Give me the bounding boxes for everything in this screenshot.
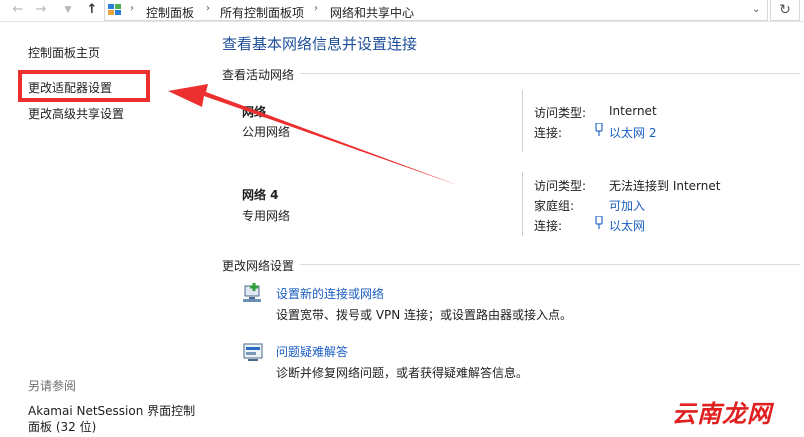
breadcrumb-separator-icon[interactable]: ›	[130, 3, 134, 14]
access-type-label: 访问类型:	[534, 106, 587, 120]
setup-new-connection-desc: 设置宽带、拨号或 VPN 连接；或设置路由器或接入点。	[276, 308, 573, 322]
troubleshoot-icon	[243, 343, 263, 361]
homegroup-label: 家庭组:	[534, 199, 575, 213]
new-connection-icon	[243, 283, 261, 302]
setup-new-connection-link[interactable]: 设置新的连接或网络	[276, 285, 384, 302]
divider	[522, 90, 523, 152]
ethernet-icon	[595, 216, 603, 229]
ethernet-icon	[595, 123, 603, 136]
breadcrumb-item[interactable]: 控制面板	[146, 4, 194, 21]
see-also-heading: 另请参阅	[28, 379, 77, 393]
breadcrumb-item[interactable]: 网络和共享中心	[330, 4, 414, 21]
network-type-link[interactable]: 专用网络	[242, 207, 290, 224]
connection-label: 连接:	[534, 126, 563, 140]
sidebar-item-advanced-sharing[interactable]: 更改高级共享设置	[28, 105, 124, 122]
connection-link-ethernet-2[interactable]: 以太网 2	[609, 124, 656, 141]
access-type-label: 访问类型:	[534, 179, 587, 193]
page-title: 查看基本网络信息并设置连接	[222, 35, 418, 53]
chevron-down-icon[interactable]: ⌄	[752, 4, 760, 15]
connection-link-ethernet[interactable]: 以太网	[609, 217, 645, 234]
sidebar-item-control-panel-home[interactable]: 控制面板主页	[28, 44, 100, 61]
network-name: 网络	[242, 105, 267, 119]
network-name: 网络 4	[242, 188, 279, 202]
section-heading-active-networks: 查看活动网络	[222, 66, 301, 83]
see-also-link-akamai-line2[interactable]: 面板 (32 位)	[28, 418, 96, 435]
troubleshoot-link[interactable]: 问题疑难解答	[276, 343, 348, 360]
see-also-link-akamai[interactable]: Akamai NetSession 界面控制	[28, 402, 195, 419]
forward-arrow-icon[interactable]: →	[33, 2, 49, 18]
access-type-value: Internet	[609, 104, 657, 118]
connection-label: 连接:	[534, 219, 563, 233]
address-field[interactable]	[104, 0, 768, 21]
chevron-down-icon[interactable]: ▼	[60, 2, 76, 18]
section-heading-change-settings: 更改网络设置	[222, 257, 301, 274]
troubleshoot-desc: 诊断并修复网络问题，或者获得疑难解答信息。	[276, 366, 529, 380]
address-bar: ← → ▼ ↑ › 控制面板 › 所有控制面板项 › 网络和共享中心 ⌄ ↻	[0, 0, 804, 22]
watermark-logo: 云南龙网	[672, 400, 772, 428]
homegroup-join-link[interactable]: 可加入	[609, 197, 645, 214]
access-type-value: 无法连接到 Internet	[609, 179, 721, 193]
breadcrumb-separator-icon[interactable]: ›	[206, 3, 210, 14]
breadcrumb-item[interactable]: 所有控制面板项	[220, 4, 304, 21]
up-arrow-icon[interactable]: ↑	[84, 2, 100, 18]
back-arrow-icon[interactable]: ←	[10, 2, 26, 18]
highlight-box	[18, 70, 150, 102]
breadcrumb-separator-icon[interactable]: ›	[314, 3, 318, 14]
network-type-link[interactable]: 公用网络	[242, 123, 290, 140]
section-divider	[222, 264, 800, 265]
divider	[522, 172, 523, 236]
section-divider	[222, 73, 800, 74]
refresh-icon[interactable]: ↻	[770, 0, 800, 21]
control-panel-icon	[108, 4, 121, 15]
